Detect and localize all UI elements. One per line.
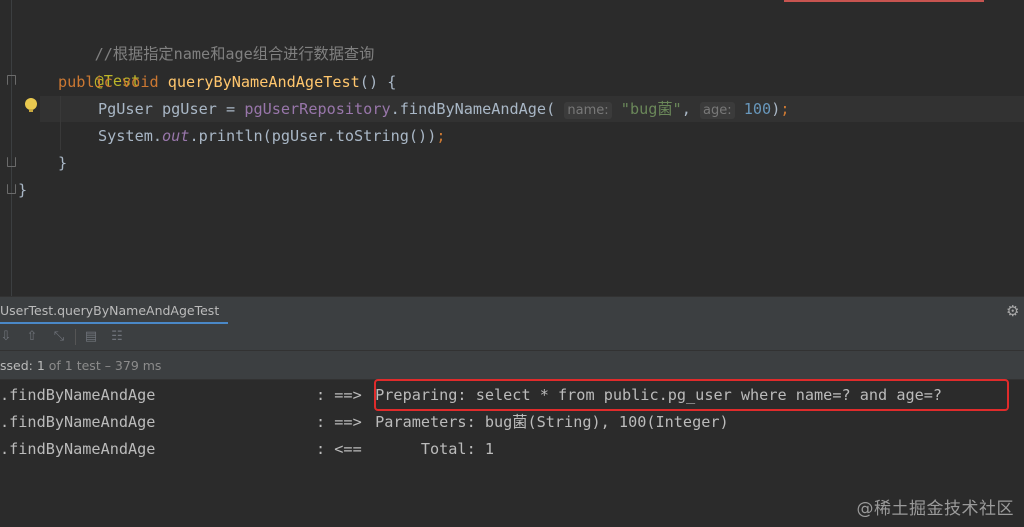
- highlight-box: [374, 379, 1009, 411]
- log-message: Total: 1: [366, 440, 495, 458]
- sort-down-icon[interactable]: ⇩: [0, 328, 15, 346]
- log-arrow: : <==: [316, 440, 362, 458]
- test-status-bar: ssed: 1 of 1 test – 379 ms: [0, 351, 1024, 380]
- code-query-line: PgUser pgUser = pgUserRepository.findByN…: [98, 96, 790, 122]
- type-name: PgUser: [98, 100, 153, 118]
- watermark-text: @稀土掘金技术社区: [856, 499, 1014, 519]
- log-arrow: : ==>: [316, 386, 362, 404]
- log-source: .findByNameAndAge: [0, 440, 156, 458]
- log-message: Parameters: bug菌(String), 100(Integer): [366, 413, 729, 431]
- fold-close-icon[interactable]: [7, 184, 16, 194]
- semicolon: ;: [436, 127, 446, 145]
- keyword-public: public: [58, 73, 113, 91]
- method-parens: () {: [359, 73, 397, 91]
- code-close-brace: }: [58, 150, 67, 176]
- semicolon: ;: [780, 100, 790, 118]
- run-toolbar: ⇩ ⇧ ⤡ ▤ ☷: [0, 324, 1024, 351]
- method-name: queryByNameAndAgeTest: [167, 73, 360, 91]
- code-comment-line: //根据指定name和age组合进行数据查询: [58, 15, 375, 63]
- brace: }: [58, 154, 68, 172]
- gear-icon[interactable]: ⚙: [1006, 303, 1022, 319]
- param-hint-name: name:: [564, 102, 612, 119]
- run-panel-header: UserTest.queryByNameAndAgeTest ⚙: [0, 296, 1024, 325]
- code-editor[interactable]: //根据指定name和age组合进行数据查询 @Test public void…: [0, 0, 1024, 296]
- code-println-line: System.out.println(pgUser.toString());: [98, 123, 446, 149]
- keyword-void: void: [122, 73, 159, 91]
- console-line: .findByNameAndAge: ==> Preparing: select…: [0, 382, 942, 409]
- lightbulb-icon[interactable]: [25, 98, 37, 112]
- settings-list-icon[interactable]: ☷: [108, 328, 126, 346]
- system-prefix: System.: [98, 127, 163, 145]
- arg-name-string: "bug菌": [620, 100, 682, 118]
- tests-summary: of 1 test – 379 ms: [44, 358, 162, 373]
- comma: ,: [681, 100, 700, 118]
- dot: .: [390, 100, 400, 118]
- toolbar-separator: [75, 329, 76, 345]
- console-line: .findByNameAndAge : ==> Parameters: bug菌(…: [0, 409, 729, 436]
- param-hint-age: age:: [700, 102, 735, 119]
- arg-age-number: 100: [743, 100, 772, 118]
- tests-passed-count: ssed: 1: [0, 358, 45, 373]
- call-text: findByNameAndAge(: [399, 100, 556, 118]
- log-arrow: : ==>: [316, 413, 362, 431]
- code-class-close-brace: }: [18, 177, 27, 203]
- log-source: .findByNameAndAge: [0, 386, 156, 404]
- console-line: .findByNameAndAge : <== Total: 1: [0, 436, 494, 463]
- import-icon[interactable]: ▤: [82, 328, 100, 346]
- code-annotation-line: @Test: [58, 42, 141, 90]
- collapse-icon[interactable]: ⤡: [50, 328, 68, 346]
- tab-run-config[interactable]: UserTest.queryByNameAndAgeTest: [0, 297, 228, 324]
- editor-top-marker: [784, 0, 984, 2]
- code-method-signature: public void queryByNameAndAgeTest() {: [58, 69, 396, 95]
- log-source: .findByNameAndAge: [0, 413, 156, 431]
- println-call: .println(pgUser.toString()): [189, 127, 437, 145]
- var-assign: pgUser =: [152, 100, 245, 118]
- out-field: out: [162, 127, 190, 145]
- sort-up-icon[interactable]: ⇧: [23, 328, 41, 346]
- brace: }: [18, 181, 28, 199]
- fold-open-icon[interactable]: [7, 75, 16, 85]
- close-paren: ): [771, 100, 781, 118]
- fold-close-icon[interactable]: [7, 157, 16, 167]
- repo-field: pgUserRepository: [244, 100, 391, 118]
- tab-run-label: UserTest.queryByNameAndAgeTest: [0, 303, 220, 318]
- gutter-divider: [11, 0, 12, 296]
